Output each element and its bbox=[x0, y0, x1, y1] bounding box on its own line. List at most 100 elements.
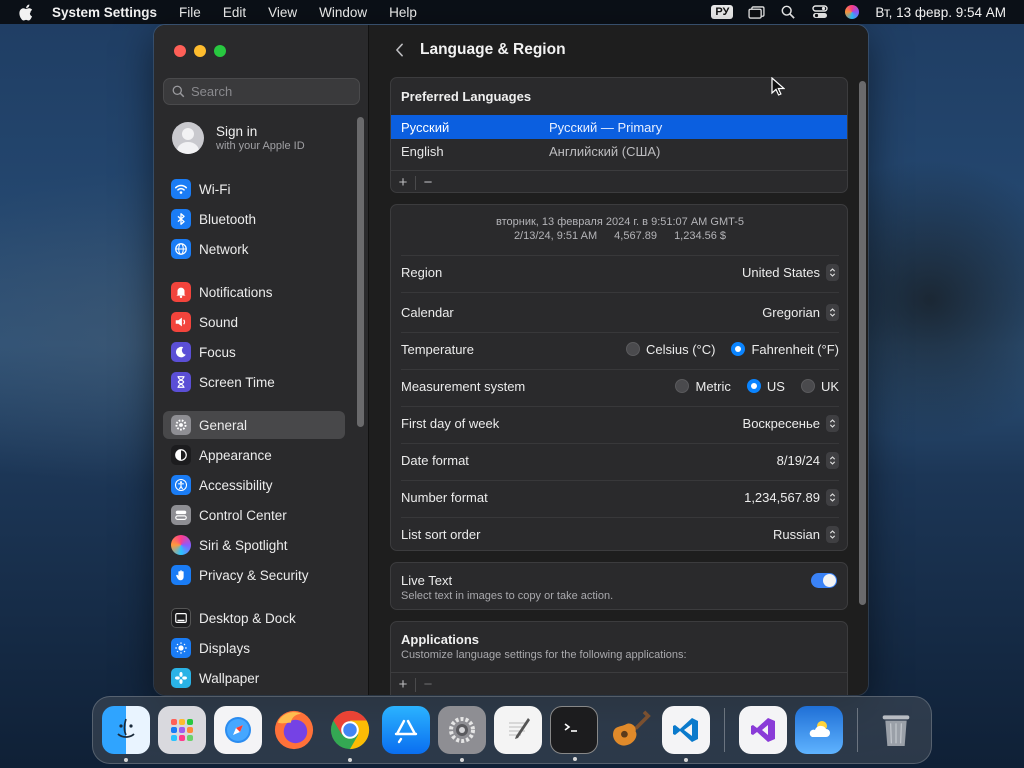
sort-order-popup[interactable]: Russian bbox=[773, 525, 839, 543]
dock-chrome[interactable] bbox=[326, 706, 374, 762]
mouse-cursor-icon bbox=[771, 77, 785, 96]
sidebar-item-label: Notifications bbox=[199, 284, 273, 300]
region-popup[interactable]: United States bbox=[742, 263, 839, 281]
siri-icon[interactable] bbox=[843, 4, 861, 20]
radio-us[interactable]: US bbox=[746, 379, 785, 394]
dock-firefox[interactable] bbox=[270, 706, 318, 754]
live-text-toggle[interactable] bbox=[811, 573, 837, 588]
sidebar-item-wallpaper[interactable]: Wallpaper bbox=[163, 664, 345, 692]
region-row: Region United States bbox=[401, 259, 839, 285]
dock-weather[interactable] bbox=[795, 706, 843, 754]
sort-order-row: List sort order Russian bbox=[401, 521, 839, 547]
menu-clock[interactable]: Вт, 13 февр. 9:54 AM bbox=[875, 5, 1006, 20]
menu-help[interactable]: Help bbox=[389, 5, 417, 20]
language-row-russian[interactable]: Русский Русский — Primary bbox=[391, 115, 847, 139]
content-pane: Language & Region Preferred Languages Ру… bbox=[370, 25, 868, 695]
sun-icon bbox=[171, 638, 191, 658]
remove-language-button[interactable]: − bbox=[416, 171, 440, 193]
back-button[interactable] bbox=[390, 41, 408, 59]
launchpad-icon bbox=[171, 719, 193, 741]
dock-visual-studio[interactable] bbox=[739, 706, 787, 754]
sidebar-item-privacy-security[interactable]: Privacy & Security bbox=[163, 561, 345, 589]
control-center-icon[interactable] bbox=[811, 4, 829, 20]
sidebar-item-control-center[interactable]: Control Center bbox=[163, 501, 345, 529]
stage-manager-icon[interactable] bbox=[747, 4, 765, 20]
spotlight-search-icon[interactable] bbox=[779, 4, 797, 20]
menu-app-name[interactable]: System Settings bbox=[52, 5, 157, 20]
dock-separator bbox=[724, 708, 725, 752]
running-indicator bbox=[573, 757, 577, 761]
input-source-indicator[interactable]: РУ bbox=[711, 5, 734, 19]
temperature-label: Temperature bbox=[401, 341, 474, 357]
sidebar-item-wifi[interactable]: Wi-Fi bbox=[163, 175, 345, 203]
dock-launchpad[interactable] bbox=[158, 706, 206, 754]
dock-app-store[interactable] bbox=[382, 706, 430, 754]
close-window-button[interactable] bbox=[174, 45, 186, 57]
sidebar-item-network[interactable]: Network bbox=[163, 235, 345, 263]
search-field[interactable] bbox=[163, 78, 360, 105]
radio-celsius[interactable]: Celsius (°C) bbox=[625, 341, 716, 357]
sidebar-item-accessibility[interactable]: Accessibility bbox=[163, 471, 345, 499]
dock-terminal[interactable] bbox=[550, 706, 598, 761]
radio-uk[interactable]: UK bbox=[800, 379, 839, 394]
dock-textedit[interactable] bbox=[494, 706, 542, 754]
dock-garageband[interactable] bbox=[606, 706, 654, 754]
sidebar-item-label: Screen Time bbox=[199, 374, 275, 390]
firefox-icon bbox=[274, 710, 314, 750]
content-scrollbar[interactable] bbox=[859, 81, 866, 605]
running-indicator bbox=[124, 758, 128, 762]
chevron-up-down-icon bbox=[826, 451, 839, 469]
dock-finder[interactable] bbox=[102, 706, 150, 762]
number-format-row: Number format 1,234,567.89 bbox=[401, 484, 839, 510]
language-row-english[interactable]: English Английский (США) bbox=[391, 139, 847, 163]
sidebar-item-bluetooth[interactable]: Bluetooth bbox=[163, 205, 345, 233]
sidebar-item-desktop-dock[interactable]: Desktop & Dock bbox=[163, 604, 345, 632]
avatar bbox=[172, 122, 204, 154]
apple-id-sign-in[interactable]: Sign in with your Apple ID bbox=[172, 122, 305, 154]
minimize-window-button[interactable] bbox=[194, 45, 206, 57]
sidebar-scrollbar[interactable] bbox=[357, 117, 364, 427]
number-format-popup[interactable]: 1,234,567.89 bbox=[744, 488, 839, 506]
flower-icon bbox=[171, 668, 191, 688]
measurement-row: Measurement system Metric US UK bbox=[401, 373, 839, 399]
sidebar-item-label: Displays bbox=[199, 640, 251, 656]
sidebar-item-screen-time[interactable]: Screen Time bbox=[163, 368, 345, 396]
menu-window[interactable]: Window bbox=[319, 5, 367, 20]
first-day-popup[interactable]: Воскресенье bbox=[743, 414, 839, 432]
region-label: Region bbox=[401, 264, 443, 280]
language-detail: Русский — Primary bbox=[549, 119, 663, 135]
format-preview-long: вторник, 13 февраля 2024 г. в 9:51:07 AM… bbox=[496, 216, 744, 228]
sidebar-item-siri-spotlight[interactable]: Siri & Spotlight bbox=[163, 531, 345, 559]
search-input[interactable] bbox=[191, 84, 351, 99]
menu-file[interactable]: File bbox=[179, 5, 201, 20]
zoom-window-button[interactable] bbox=[214, 45, 226, 57]
region-settings-card: вторник, 13 февраля 2024 г. в 9:51:07 AM… bbox=[390, 204, 848, 551]
menu-edit[interactable]: Edit bbox=[223, 5, 246, 20]
sidebar-item-sound[interactable]: Sound bbox=[163, 308, 345, 336]
add-application-button[interactable]: + bbox=[391, 673, 415, 696]
radio-metric[interactable]: Metric bbox=[675, 379, 731, 394]
sign-in-title: Sign in bbox=[216, 124, 258, 139]
divider bbox=[401, 517, 839, 518]
date-format-popup[interactable]: 8/19/24 bbox=[777, 451, 839, 469]
radio-label: Celsius (°C) bbox=[645, 341, 716, 357]
dock-vscode[interactable] bbox=[662, 706, 710, 762]
remove-application-button[interactable]: − bbox=[416, 673, 440, 696]
divider bbox=[401, 443, 839, 444]
apple-menu-icon[interactable] bbox=[18, 4, 36, 21]
sidebar-item-notifications[interactable]: Notifications bbox=[163, 278, 345, 306]
safari-compass-icon bbox=[225, 717, 251, 743]
dock-trash[interactable] bbox=[872, 706, 920, 754]
calendar-popup[interactable]: Gregorian bbox=[762, 303, 839, 321]
chevron-up-down-icon bbox=[826, 263, 839, 281]
sidebar-item-general[interactable]: General bbox=[163, 411, 345, 439]
sidebar-item-focus[interactable]: Focus bbox=[163, 338, 345, 366]
add-language-button[interactable]: + bbox=[391, 171, 415, 193]
dock-system-settings[interactable] bbox=[438, 706, 486, 762]
applications-card: Applications Customize language settings… bbox=[390, 621, 848, 695]
sidebar-item-appearance[interactable]: Appearance bbox=[163, 441, 345, 469]
dock-safari[interactable] bbox=[214, 706, 262, 754]
menu-view[interactable]: View bbox=[268, 5, 297, 20]
radio-fahrenheit[interactable]: Fahrenheit (°F) bbox=[731, 342, 839, 357]
sidebar-item-displays[interactable]: Displays bbox=[163, 634, 345, 662]
